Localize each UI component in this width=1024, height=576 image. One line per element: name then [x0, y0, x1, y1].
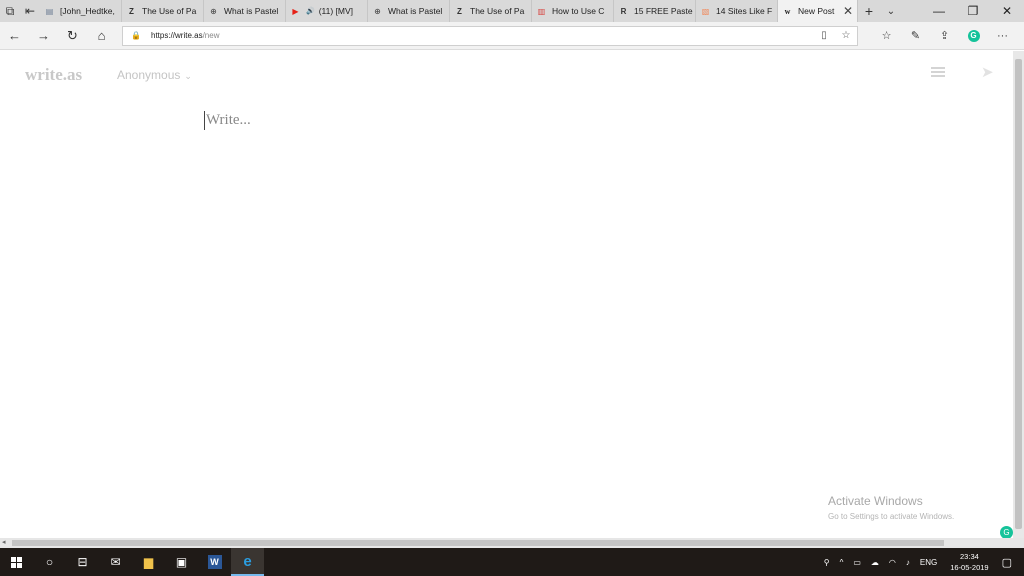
tab-active[interactable]: w New Post ✕ — [778, 0, 858, 22]
orange-logo-icon: ▧ — [701, 6, 710, 16]
account-name: Anonymous — [117, 68, 181, 82]
tab-label: The Use of Pa — [142, 6, 197, 16]
tab-4[interactable]: ⊕ What is Pastel — [368, 0, 450, 22]
search-icon[interactable]: ○ — [33, 548, 66, 576]
activate-windows-subtitle: Go to Settings to activate Windows. — [828, 512, 955, 521]
tab-2[interactable]: ⊕ What is Pastel — [204, 0, 286, 22]
r-logo-icon: R — [620, 6, 627, 16]
battery-icon[interactable]: ▭ — [853, 558, 861, 567]
tab-label: The Use of Pa — [470, 6, 525, 16]
tab-6[interactable]: ▥ How to Use C — [532, 0, 614, 22]
action-center-icon[interactable]: ▢ — [1002, 556, 1012, 569]
url-path: /new — [202, 31, 220, 40]
youtube-icon: ▶ — [292, 6, 299, 16]
tab-label: 14 Sites Like F — [716, 6, 773, 16]
tab-3[interactable]: ▶ 🔊 (11) [MV] — [286, 0, 368, 22]
brand-logo[interactable]: write.as — [25, 65, 82, 85]
tab-5[interactable]: Z The Use of Pa — [450, 0, 532, 22]
tab-label: What is Pastel — [388, 6, 443, 16]
clock-circle-icon: ⊕ — [210, 6, 217, 16]
forward-button[interactable]: → — [29, 22, 58, 50]
back-button[interactable]: ← — [0, 22, 29, 50]
pen-icon[interactable]: ✎ — [901, 29, 930, 42]
scroll-left-icon[interactable]: ◂ — [2, 538, 6, 546]
lock-icon: 🔒 — [131, 31, 141, 40]
onedrive-cloud-icon[interactable]: ☁ — [871, 558, 879, 567]
share-icon[interactable]: ⇪ — [930, 29, 959, 42]
tab-actions-icon[interactable]: ⧉ — [0, 0, 20, 22]
volume-icon[interactable]: ♪ — [906, 558, 910, 567]
clock-date: 16-05-2019 — [950, 563, 989, 572]
tab-7[interactable]: R 15 FREE Paste — [614, 0, 696, 22]
store-icon[interactable]: ▣ — [165, 548, 198, 576]
page-content: write.as Anonymous ⌄ ➤ Write... Activate … — [0, 51, 1013, 539]
start-button[interactable] — [0, 548, 33, 576]
more-menu-icon[interactable]: ··· — [988, 30, 1017, 42]
tab-label: (11) [MV] — [318, 6, 354, 16]
clock-circle-icon: ⊕ — [374, 6, 381, 16]
word-icon[interactable]: W — [198, 548, 231, 576]
z-logo-icon: Z — [457, 6, 462, 16]
account-menu[interactable]: Anonymous ⌄ — [117, 68, 192, 82]
new-tab-button[interactable]: + — [858, 3, 880, 19]
show-hidden-icons-chevron-icon[interactable]: ^ — [840, 558, 844, 567]
wifi-icon[interactable]: ◠ — [889, 558, 896, 567]
z-logo-icon: Z — [129, 6, 134, 16]
taskbar: ○ ⊟ ✉ ▆ ▣ W e ⚲ ^ ▭ ☁ ◠ ♪ ENG 23:34 16-0… — [0, 548, 1024, 576]
write-as-icon: w — [784, 6, 791, 16]
close-window-button[interactable]: ✕ — [990, 4, 1024, 18]
mail-icon[interactable]: ✉ — [99, 548, 132, 576]
people-icon[interactable]: ⚲ — [824, 558, 830, 567]
restore-button[interactable]: ❐ — [956, 4, 990, 18]
tab-1[interactable]: Z The Use of Pa — [122, 0, 204, 22]
editor-textarea[interactable]: Write... — [204, 111, 251, 130]
system-clock[interactable]: 23:34 16-05-2019 — [950, 551, 988, 573]
posts-list-icon[interactable] — [931, 67, 945, 79]
book-icon: ▥ — [537, 6, 546, 16]
clock-time: 23:34 — [960, 552, 979, 561]
windows-logo-icon — [11, 556, 22, 568]
favorite-star-icon[interactable]: ☆ — [835, 30, 857, 41]
chevron-down-icon: ⌄ — [184, 71, 192, 81]
close-tab-icon[interactable]: ✕ — [843, 4, 853, 18]
file-explorer-icon[interactable]: ▆ — [132, 548, 165, 576]
set-aside-tabs-icon[interactable]: ⇤ — [20, 0, 40, 22]
address-input[interactable]: 🔒 https://write.as/new ▯ ☆ — [122, 25, 858, 46]
language-indicator[interactable]: ENG — [920, 558, 937, 567]
tab-label: 15 FREE Paste — [634, 6, 693, 16]
tab-label: What is Pastel — [224, 6, 279, 16]
tab-preview-chevron-icon[interactable]: ⌄ — [880, 6, 902, 17]
tab-label: New Post — [798, 6, 835, 16]
url-host: https://write.as — [151, 31, 203, 40]
document-icon: ▤ — [45, 6, 54, 16]
refresh-button[interactable]: ↻ — [58, 22, 87, 50]
vertical-scrollbar[interactable] — [1013, 51, 1024, 538]
grammarly-extension-icon[interactable]: G — [959, 29, 988, 42]
vertical-scroll-thumb[interactable] — [1015, 59, 1022, 529]
tab-strip: ⧉ ⇤ ▤ [John_Hedtke, Z The Use of Pa ⊕ What is… — [0, 0, 1024, 22]
tab-label: [John_Hedtke, — [60, 6, 115, 16]
address-bar-row: ← → ↻ ⌂ 🔒 https://write.as/new ▯ ☆ ☆ ✎ ⇪… — [0, 22, 1024, 50]
activate-windows-title: Activate Windows — [828, 494, 923, 508]
horizontal-scrollbar[interactable]: ◂ — [0, 538, 1024, 548]
publish-send-icon[interactable]: ➤ — [981, 63, 994, 81]
favorites-hub-icon[interactable]: ☆ — [872, 29, 901, 42]
audio-playing-icon[interactable]: 🔊 — [306, 7, 315, 15]
task-view-icon[interactable]: ⊟ — [66, 548, 99, 576]
edge-icon[interactable]: e — [231, 548, 264, 576]
tab-0[interactable]: ▤ [John_Hedtke, — [40, 0, 122, 22]
tab-label: How to Use C — [552, 6, 605, 16]
home-button[interactable]: ⌂ — [87, 22, 116, 50]
tab-8[interactable]: ▧ 14 Sites Like F — [696, 0, 778, 22]
tab-list: ▤ [John_Hedtke, Z The Use of Pa ⊕ What is Pas… — [40, 0, 778, 22]
reading-view-icon[interactable]: ▯ — [813, 30, 835, 41]
minimize-button[interactable]: — — [922, 4, 956, 18]
horizontal-scroll-thumb[interactable] — [12, 540, 944, 546]
